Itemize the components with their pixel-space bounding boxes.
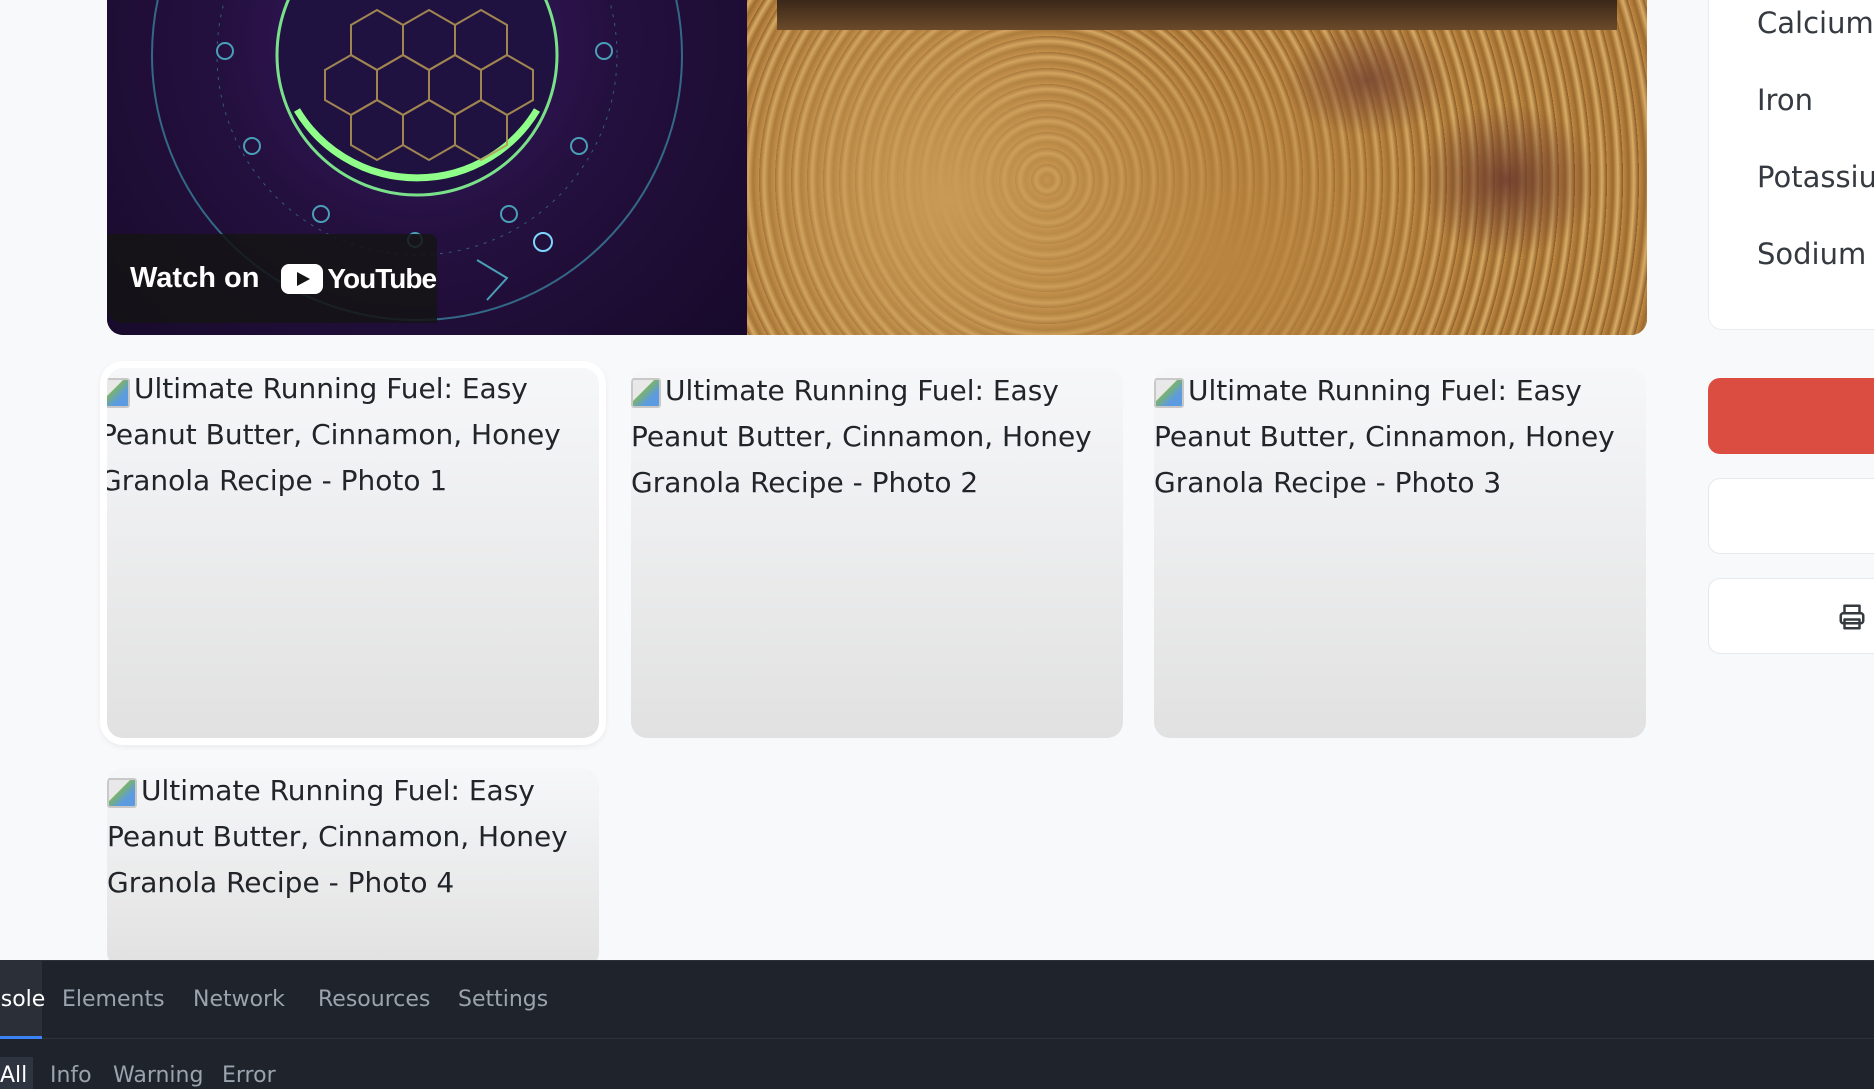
photo-2-caption: Ultimate Running Fuel: Easy Peanut Butte…	[631, 374, 1092, 499]
broken-image-icon	[1154, 378, 1184, 408]
devtools-panel: Console Elements Network Resources Setti…	[0, 960, 1874, 1089]
filter-all[interactable]: All	[0, 1057, 34, 1089]
devtools-tabbar: Console Elements Network Resources Setti…	[0, 961, 1874, 1039]
tab-network[interactable]: Network	[193, 961, 285, 1039]
photo-alt-text: Ultimate Running Fuel: Easy Peanut Butte…	[631, 368, 1123, 506]
broken-image-icon	[107, 778, 137, 808]
nutrient-potassium: Potassium	[1757, 160, 1874, 194]
print-button[interactable]	[1708, 578, 1874, 654]
filter-error[interactable]: Error	[222, 1057, 276, 1089]
secondary-action-button[interactable]	[1708, 478, 1874, 554]
photo-1-caption: Ultimate Running Fuel: Easy Peanut Butte…	[107, 372, 561, 497]
printer-icon	[1839, 604, 1865, 630]
watch-on-youtube-button[interactable]: Watch on YouTube	[107, 234, 437, 323]
broken-image-icon	[107, 378, 130, 408]
nutrient-calcium: Calcium	[1757, 6, 1874, 40]
nutrient-sodium: Sodium	[1757, 237, 1867, 271]
granola-bar-image	[777, 0, 1617, 30]
video-embed[interactable]: Watch on YouTube	[107, 0, 1647, 335]
video-granola-frame	[747, 0, 1647, 335]
photo-3-caption: Ultimate Running Fuel: Easy Peanut Butte…	[1154, 374, 1615, 499]
tab-console-label: Console	[0, 987, 46, 1012]
youtube-wordmark: YouTube	[327, 262, 437, 294]
tab-resources[interactable]: Resources	[318, 961, 430, 1039]
filter-warning[interactable]: Warning	[113, 1057, 203, 1089]
primary-action-button[interactable]	[1708, 378, 1874, 454]
recipe-photo-2[interactable]: Ultimate Running Fuel: Easy Peanut Butte…	[631, 368, 1123, 738]
tab-settings[interactable]: Settings	[458, 961, 548, 1039]
tab-elements[interactable]: Elements	[62, 961, 165, 1039]
broken-image-icon	[631, 378, 661, 408]
recipe-photo-4[interactable]: Ultimate Running Fuel: Easy Peanut Butte…	[107, 768, 599, 968]
photo-4-caption: Ultimate Running Fuel: Easy Peanut Butte…	[107, 774, 568, 899]
tab-console[interactable]: Console	[0, 961, 46, 1039]
watch-on-label: Watch on	[130, 262, 260, 294]
youtube-play-icon	[281, 263, 324, 294]
recipe-photo-3[interactable]: Ultimate Running Fuel: Easy Peanut Butte…	[1154, 368, 1646, 738]
youtube-logo: YouTube	[281, 262, 437, 295]
filter-info[interactable]: Info	[50, 1057, 92, 1089]
photo-alt-text: Ultimate Running Fuel: Easy Peanut Butte…	[107, 768, 599, 906]
nutrition-card: Calcium Iron Potassium Sodium	[1708, 0, 1874, 330]
photo-alt-text: Ultimate Running Fuel: Easy Peanut Butte…	[107, 368, 599, 504]
photo-alt-text: Ultimate Running Fuel: Easy Peanut Butte…	[1154, 368, 1646, 506]
recipe-photo-1[interactable]: Ultimate Running Fuel: Easy Peanut Butte…	[107, 368, 599, 738]
nutrient-iron: Iron	[1757, 83, 1813, 117]
